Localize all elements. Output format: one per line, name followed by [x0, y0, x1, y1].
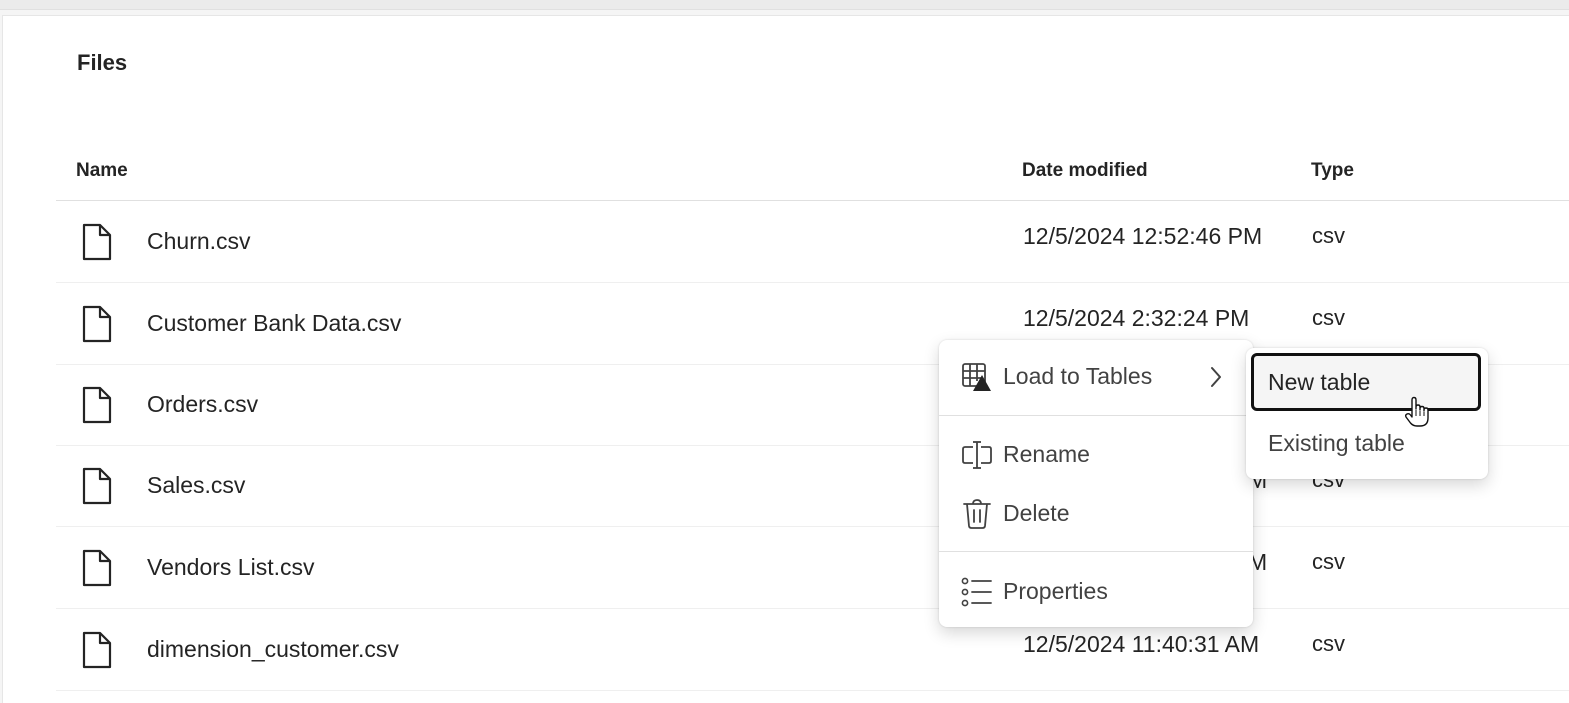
submenu-item-label: Existing table — [1268, 430, 1405, 456]
submenu-item-label: New table — [1268, 369, 1371, 395]
menu-divider — [939, 415, 1253, 416]
menu-item-label: Properties — [1003, 578, 1108, 604]
file-icon — [82, 386, 112, 424]
menu-item-rename[interactable]: Rename — [939, 426, 1253, 484]
column-header-name[interactable]: Name — [76, 160, 128, 182]
table-load-icon — [962, 363, 991, 391]
menu-item-delete[interactable]: Delete — [939, 485, 1253, 543]
menu-item-label: Load to Tables — [1003, 363, 1153, 389]
file-type: csv — [1312, 305, 1345, 330]
submenu-item-new-table[interactable]: New table — [1251, 353, 1481, 411]
list-icon — [961, 577, 992, 607]
menu-item-properties[interactable]: Properties — [939, 563, 1253, 621]
file-name[interactable]: Customer Bank Data.csv — [147, 310, 401, 337]
file-type: csv — [1312, 549, 1345, 574]
file-icon — [82, 549, 112, 587]
rename-icon — [962, 441, 992, 469]
file-type: csv — [1312, 631, 1345, 656]
file-name[interactable]: Churn.csv — [147, 228, 251, 255]
context-menu: Load to Tables Rename Delete Properties — [939, 340, 1253, 627]
page-title: Files — [77, 50, 128, 75]
file-name[interactable]: Vendors List.csv — [147, 554, 314, 581]
column-header-type[interactable]: Type — [1311, 160, 1354, 182]
file-date-modified: 12/5/2024 11:40:31 AM — [1023, 631, 1260, 657]
file-name[interactable]: dimension_customer.csv — [147, 636, 399, 663]
table-row[interactable]: Vendors List.csv M csv — [56, 527, 1569, 609]
file-icon — [82, 223, 112, 261]
load-to-tables-submenu: New table Existing table — [1246, 348, 1488, 479]
file-type: csv — [1312, 223, 1345, 248]
file-date-modified: 12/5/2024 2:32:24 PM — [1023, 305, 1250, 331]
table-row[interactable]: dimension_customer.csv 12/5/2024 11:40:3… — [56, 609, 1569, 691]
menu-item-label: Rename — [1003, 441, 1090, 467]
top-strip — [0, 0, 1569, 10]
file-icon — [82, 631, 112, 669]
table-row[interactable]: Churn.csv 12/5/2024 12:52:46 PM csv — [56, 201, 1569, 283]
menu-item-load-to-tables[interactable]: Load to Tables — [939, 348, 1253, 406]
file-name[interactable]: Sales.csv — [147, 472, 245, 499]
hand-pointer-icon — [1404, 396, 1429, 427]
file-date-modified: 12/5/2024 12:52:46 PM — [1023, 223, 1263, 249]
file-name[interactable]: Orders.csv — [147, 391, 258, 418]
trash-icon — [963, 499, 991, 529]
submenu-item-existing-table[interactable]: Existing table — [1251, 415, 1481, 473]
menu-divider — [939, 551, 1253, 552]
chevron-right-icon — [1211, 367, 1221, 387]
file-icon — [82, 305, 112, 343]
file-icon — [82, 467, 112, 505]
menu-item-label: Delete — [1003, 500, 1070, 526]
column-header-date-modified[interactable]: Date modified — [1022, 160, 1148, 182]
